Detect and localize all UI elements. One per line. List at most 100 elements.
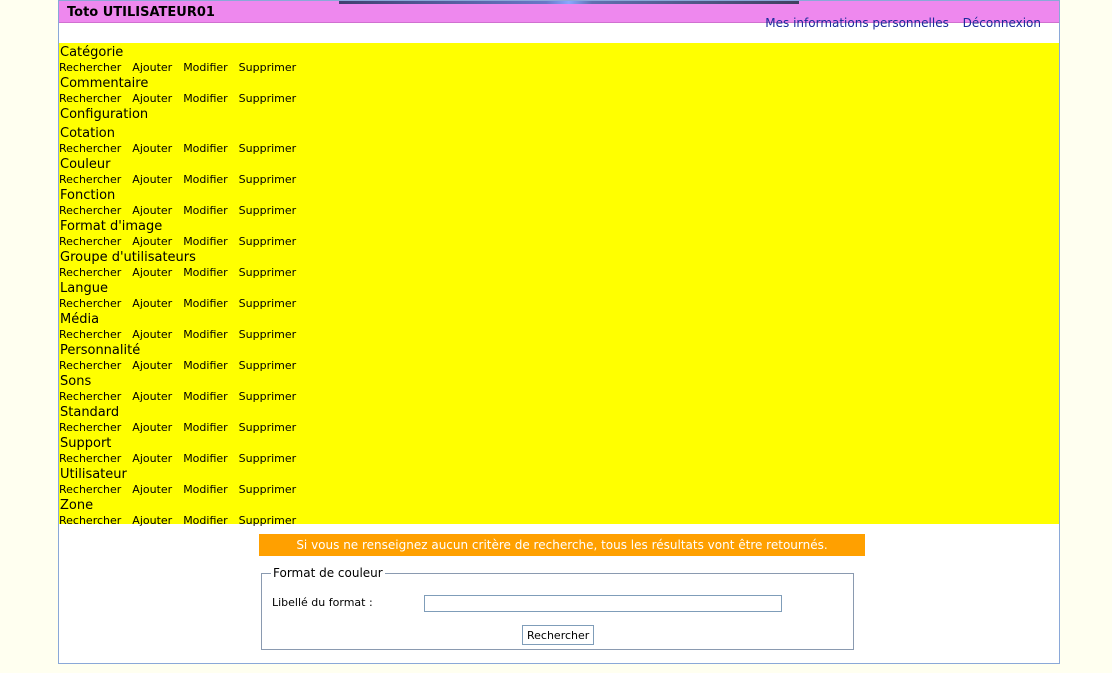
- menu-category-title: Média: [60, 312, 100, 327]
- logout-link[interactable]: Déconnexion: [963, 16, 1041, 30]
- edit-link[interactable]: Modifier: [183, 328, 227, 341]
- menu-category-title: Format d'image: [60, 219, 163, 234]
- menu-category: Standard Rechercher Ajouter Modifier Supprim…: [59, 403, 1059, 434]
- add-link[interactable]: Ajouter: [132, 173, 172, 186]
- username-title: Toto UTILISATEUR01: [67, 5, 215, 20]
- delete-link[interactable]: Supprimer: [239, 452, 297, 465]
- edit-link[interactable]: Modifier: [183, 514, 227, 527]
- add-link[interactable]: Ajouter: [132, 328, 172, 341]
- delete-link[interactable]: Supprimer: [239, 173, 297, 186]
- edit-link[interactable]: Modifier: [183, 142, 227, 155]
- search-link[interactable]: Rechercher: [59, 61, 121, 74]
- search-link[interactable]: Rechercher: [59, 514, 121, 527]
- edit-link[interactable]: Modifier: [183, 390, 227, 403]
- menu-category-title: Commentaire: [60, 76, 149, 91]
- menu-category-actions: Rechercher Ajouter Modifier Supprimer: [59, 93, 1059, 105]
- delete-link[interactable]: Supprimer: [239, 297, 297, 310]
- edit-link[interactable]: Modifier: [183, 92, 227, 105]
- edit-link[interactable]: Modifier: [183, 173, 227, 186]
- delete-link[interactable]: Supprimer: [239, 359, 297, 372]
- delete-link[interactable]: Supprimer: [239, 61, 297, 74]
- add-link[interactable]: Ajouter: [132, 266, 172, 279]
- menu-category-title: Langue: [60, 281, 108, 296]
- search-link[interactable]: Rechercher: [59, 92, 121, 105]
- menu-category-actions: Rechercher Ajouter Modifier Supprimer: [59, 298, 1059, 310]
- add-link[interactable]: Ajouter: [132, 421, 172, 434]
- menu-category: Groupe d'utilisateurs Rechercher Ajouter Mo…: [59, 248, 1059, 279]
- menu-category: Zone Rechercher Ajouter Modifier Supprimer: [59, 496, 1059, 527]
- profile-link[interactable]: Mes informations personnelles: [765, 16, 949, 30]
- menu-category-actions: Rechercher Ajouter Modifier Supprimer: [59, 143, 1059, 155]
- search-link[interactable]: Rechercher: [59, 266, 121, 279]
- search-link[interactable]: Rechercher: [59, 328, 121, 341]
- delete-link[interactable]: Supprimer: [239, 92, 297, 105]
- menu-category: Fonction Rechercher Ajouter Modifier Supprim…: [59, 186, 1059, 217]
- delete-link[interactable]: Supprimer: [239, 421, 297, 434]
- menu-category-actions: Rechercher Ajouter Modifier Supprimer: [59, 453, 1059, 465]
- menu-category: Couleur Rechercher Ajouter Modifier Supprime…: [59, 155, 1059, 186]
- add-link[interactable]: Ajouter: [132, 297, 172, 310]
- menu-category-title: Utilisateur: [60, 467, 127, 482]
- add-link[interactable]: Ajouter: [132, 483, 172, 496]
- menu-category: Langue Rechercher Ajouter Modifier Supprimer: [59, 279, 1059, 310]
- edit-link[interactable]: Modifier: [183, 61, 227, 74]
- add-link[interactable]: Ajouter: [132, 61, 172, 74]
- menu-category-actions: Rechercher Ajouter Modifier Supprimer: [59, 422, 1059, 434]
- format-label: Libellé du format :: [272, 596, 373, 609]
- search-link[interactable]: Rechercher: [59, 390, 121, 403]
- menu-category: Commentaire Rechercher Ajouter Modifier Supp…: [59, 74, 1059, 105]
- format-input[interactable]: [424, 595, 782, 612]
- menu-category-actions: Rechercher Ajouter Modifier Supprimer: [59, 515, 1059, 527]
- menu-category: Personnalité Rechercher Ajouter Modifier Sup…: [59, 341, 1059, 372]
- edit-link[interactable]: Modifier: [183, 297, 227, 310]
- menu-category: Cotation Rechercher Ajouter Modifier Supprim…: [59, 124, 1059, 155]
- top-links: Mes informations personnelles Déconnexio…: [755, 16, 1041, 30]
- menu-category-title: Configuration: [60, 107, 149, 122]
- delete-link[interactable]: Supprimer: [239, 483, 297, 496]
- delete-link[interactable]: Supprimer: [239, 235, 297, 248]
- menu-category-title: Sons: [60, 374, 92, 389]
- menu-category: Sons Rechercher Ajouter Modifier Supprimer: [59, 372, 1059, 403]
- main-frame: Toto UTILISATEUR01 Mes informations pers…: [58, 0, 1060, 664]
- delete-link[interactable]: Supprimer: [239, 204, 297, 217]
- add-link[interactable]: Ajouter: [132, 359, 172, 372]
- search-link[interactable]: Rechercher: [59, 297, 121, 310]
- search-link[interactable]: Rechercher: [59, 452, 121, 465]
- add-link[interactable]: Ajouter: [132, 204, 172, 217]
- add-link[interactable]: Ajouter: [132, 390, 172, 403]
- search-link[interactable]: Rechercher: [59, 204, 121, 217]
- search-button[interactable]: Rechercher: [522, 625, 595, 645]
- edit-link[interactable]: Modifier: [183, 266, 227, 279]
- search-link[interactable]: Rechercher: [59, 235, 121, 248]
- add-link[interactable]: Ajouter: [132, 142, 172, 155]
- search-link[interactable]: Rechercher: [59, 421, 121, 434]
- menu-category-actions: Rechercher Ajouter Modifier Supprimer: [59, 391, 1059, 403]
- add-link[interactable]: Ajouter: [132, 235, 172, 248]
- delete-link[interactable]: Supprimer: [239, 514, 297, 527]
- edit-link[interactable]: Modifier: [183, 452, 227, 465]
- menu-category-title: Cotation: [60, 126, 115, 141]
- search-link[interactable]: Rechercher: [59, 142, 121, 155]
- menu-category-title: Standard: [60, 405, 120, 420]
- add-link[interactable]: Ajouter: [132, 92, 172, 105]
- add-link[interactable]: Ajouter: [132, 452, 172, 465]
- menu-category-actions: Rechercher Ajouter Modifier Supprimer: [59, 62, 1059, 74]
- menu-category-title: Groupe d'utilisateurs: [60, 250, 196, 265]
- search-link[interactable]: Rechercher: [59, 173, 121, 186]
- search-link[interactable]: Rechercher: [59, 359, 121, 372]
- edit-link[interactable]: Modifier: [183, 421, 227, 434]
- menu-category-title: Couleur: [60, 157, 111, 172]
- edit-link[interactable]: Modifier: [183, 359, 227, 372]
- delete-link[interactable]: Supprimer: [239, 328, 297, 341]
- add-link[interactable]: Ajouter: [132, 514, 172, 527]
- search-notice: Si vous ne renseignez aucun critère de r…: [259, 534, 865, 556]
- edit-link[interactable]: Modifier: [183, 204, 227, 217]
- admin-menu: Catégorie Rechercher Ajouter Modifier Suppri…: [59, 43, 1059, 527]
- delete-link[interactable]: Supprimer: [239, 390, 297, 403]
- menu-category-title: Personnalité: [60, 343, 141, 358]
- search-link[interactable]: Rechercher: [59, 483, 121, 496]
- delete-link[interactable]: Supprimer: [239, 266, 297, 279]
- delete-link[interactable]: Supprimer: [239, 142, 297, 155]
- edit-link[interactable]: Modifier: [183, 235, 227, 248]
- edit-link[interactable]: Modifier: [183, 483, 227, 496]
